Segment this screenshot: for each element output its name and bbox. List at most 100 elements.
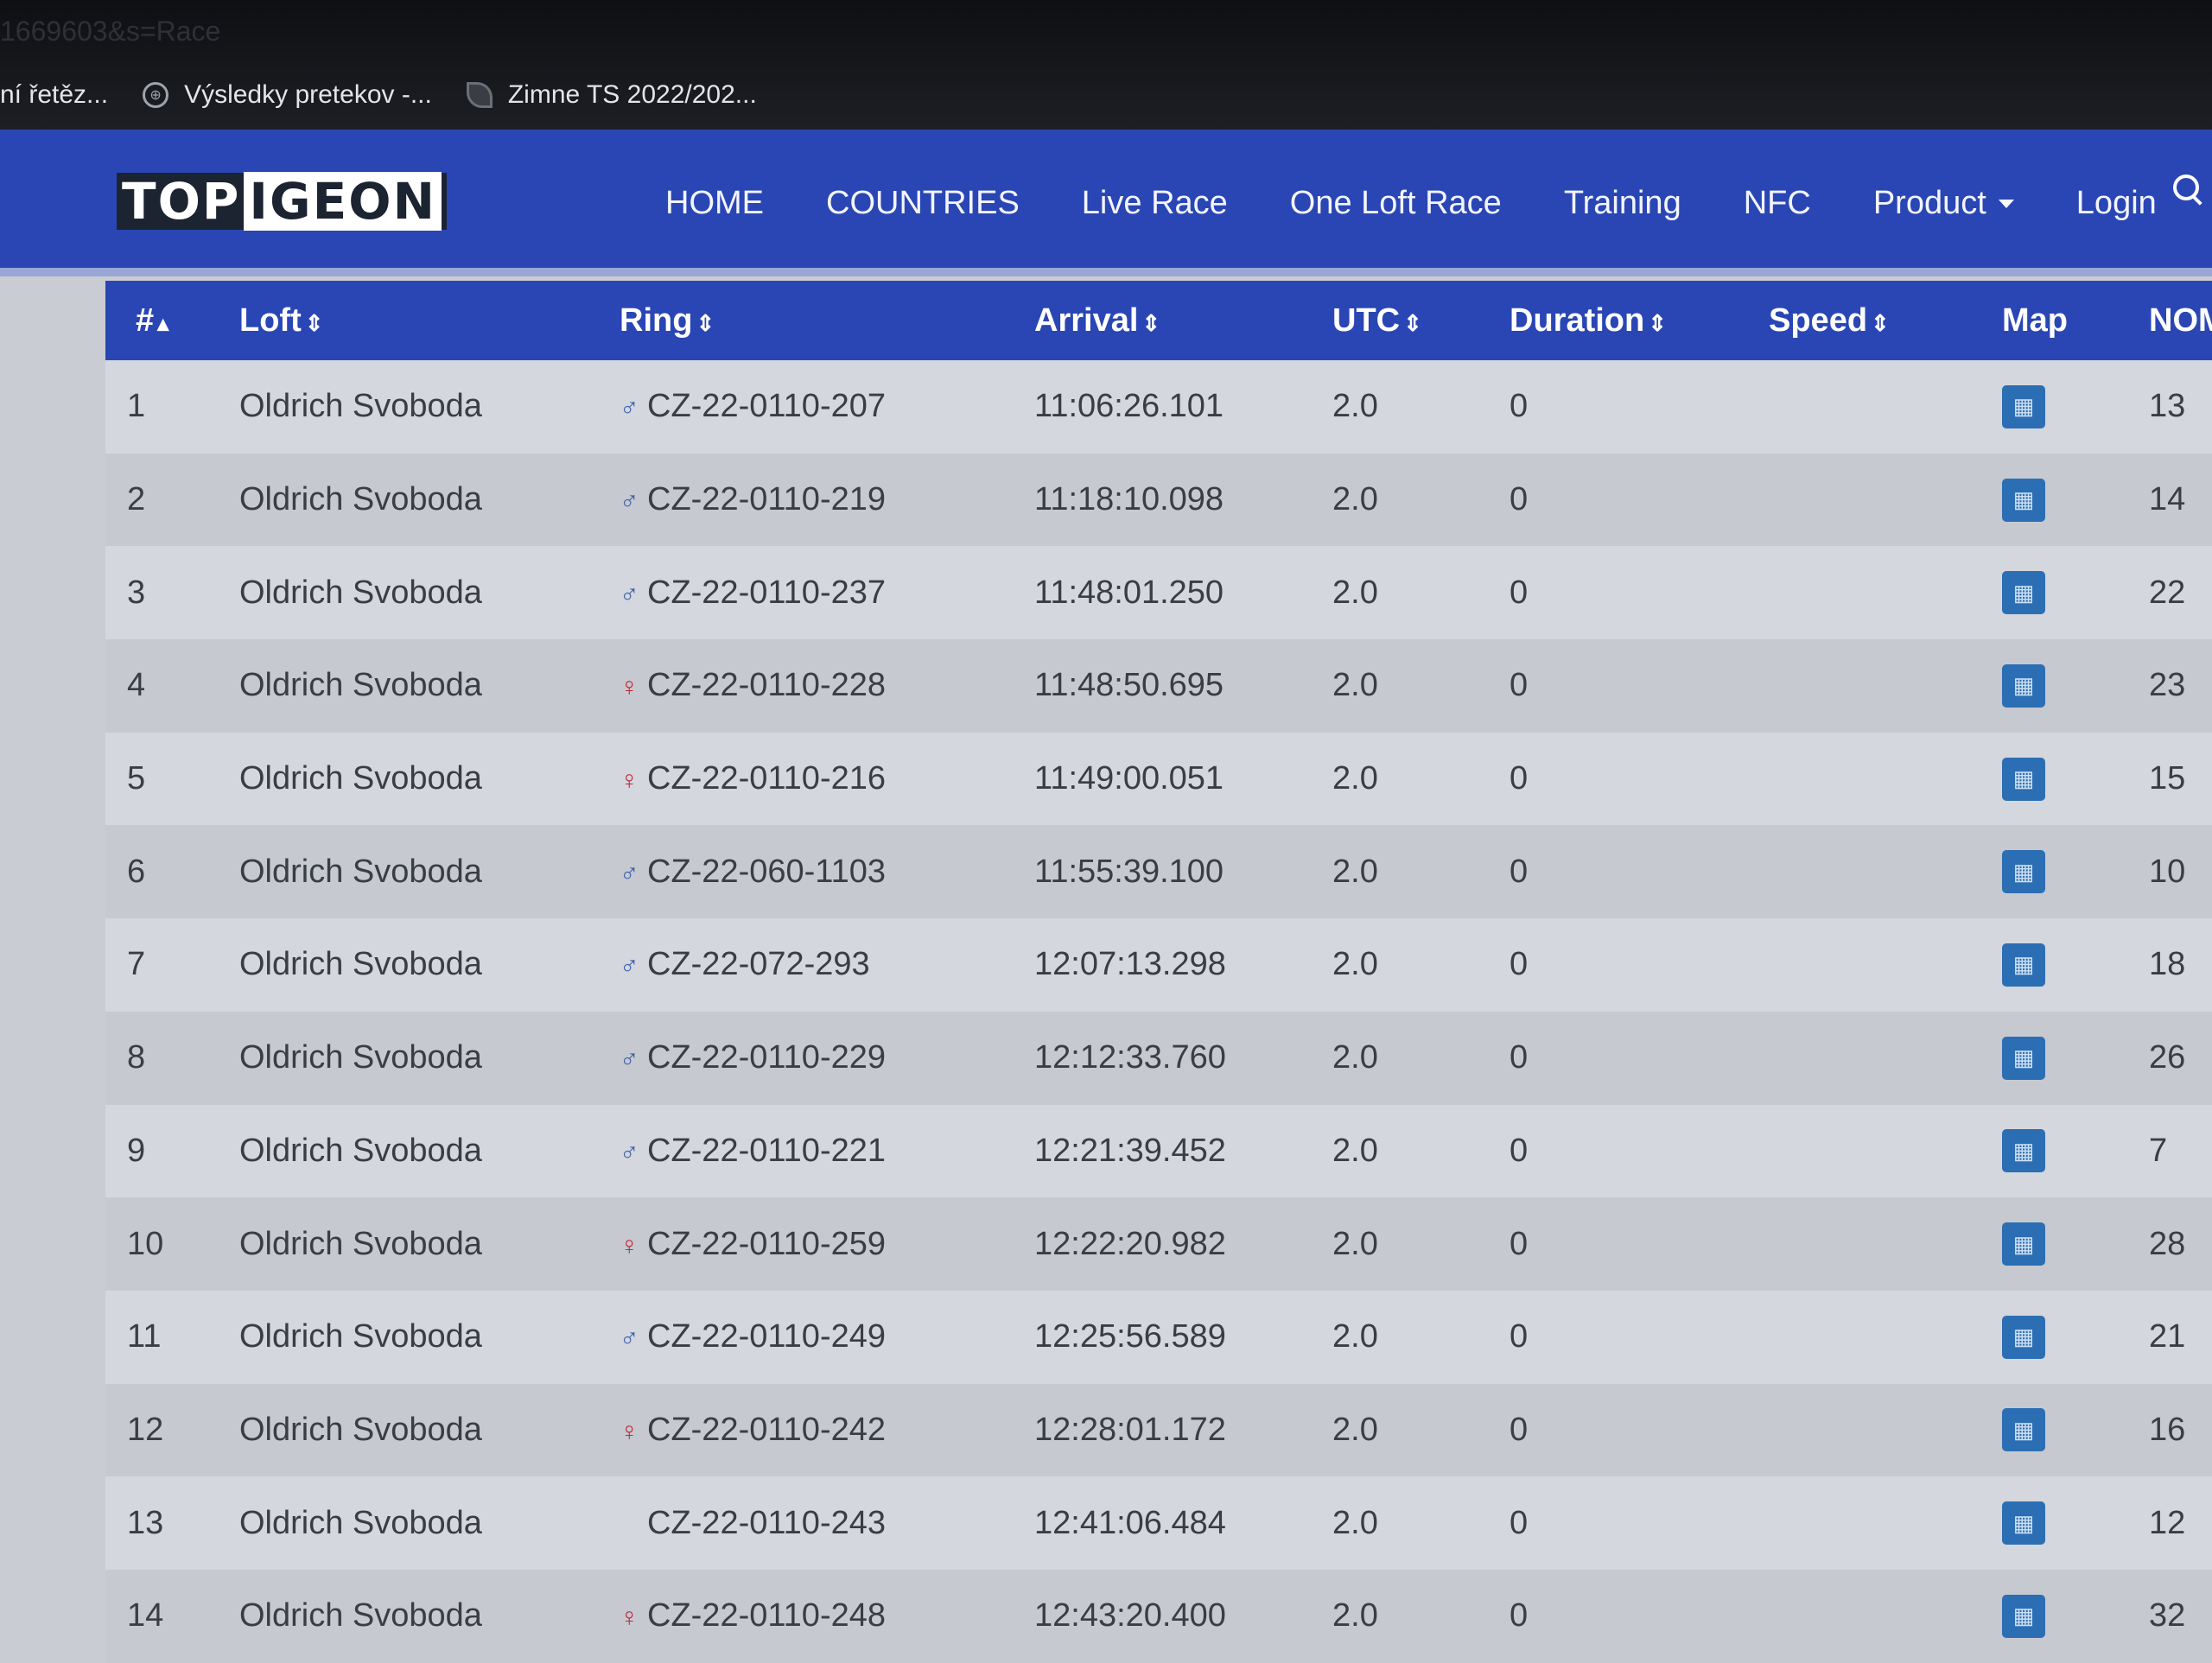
nav-countries[interactable]: COUNTRIES [826, 185, 1020, 222]
cell-arrival: 11:06:26.101 [1034, 388, 1224, 425]
header-label: Speed [1769, 301, 1868, 339]
cell-rank: 3 [127, 574, 146, 611]
search-icon[interactable] [2173, 175, 2199, 200]
cell-map: ▦ [2002, 1476, 2149, 1570]
cell-ring: ♂ CZ-22-0110-229 [620, 1012, 1034, 1105]
cell-loft: Oldrich Svoboda [239, 1411, 482, 1448]
male-icon: ♂ [620, 487, 639, 517]
cell-speed [1769, 918, 2002, 1012]
cell-arrival: 11:48:01.250 [1034, 574, 1224, 611]
cell-nom: 14 [2149, 481, 2186, 518]
cell-loft: Oldrich Svoboda [239, 760, 482, 797]
cell-ring: ♂ CZ-22-0110-221 [620, 1105, 1034, 1198]
male-icon: ♂ [620, 1045, 639, 1075]
map-icon[interactable]: ▦ [2002, 1315, 2045, 1359]
table-row[interactable]: 9 Oldrich Svoboda ♂ CZ-22-0110-221 12:21:39.… [105, 1104, 2212, 1198]
table-row[interactable]: 6 Oldrich Svoboda ♂ CZ-22-060-1103 11:55:39.… [105, 825, 2212, 919]
map-icon[interactable]: ▦ [2002, 757, 2045, 801]
map-icon[interactable]: ▦ [2002, 1222, 2045, 1266]
map-icon[interactable]: ▦ [2002, 1408, 2045, 1452]
cell-nom: 22 [2149, 574, 2186, 611]
ring-number: CZ-22-072-293 [647, 946, 870, 983]
column-header-loft[interactable]: Loft ⇕ [239, 281, 620, 360]
cell-utc: 2.0 [1332, 1411, 1378, 1448]
table-row[interactable]: 11 Oldrich Svoboda ♂ CZ-22-0110-249 12:25:56… [105, 1290, 2212, 1384]
header-label: Loft [239, 301, 302, 339]
cell-duration: 0 [1510, 388, 1529, 425]
map-icon[interactable]: ▦ [2002, 850, 2045, 894]
map-icon[interactable]: ▦ [2002, 1129, 2045, 1173]
cell-arrival: 11:49:00.051 [1034, 760, 1224, 797]
nav-login[interactable]: Login [2076, 185, 2157, 222]
column-header-rank[interactable]: # ▴ [105, 281, 239, 360]
nav-training[interactable]: Training [1564, 185, 1681, 222]
bookmark-item[interactable]: ⊕ Výsledky pretekov -... [143, 80, 432, 110]
column-header-speed[interactable]: Speed ⇕ [1769, 281, 2002, 360]
cell-utc: 2.0 [1332, 1225, 1378, 1262]
column-header-map: Map [2002, 281, 2149, 360]
table-row[interactable]: 5 Oldrich Svoboda ♀ CZ-22-0110-216 11:49:00.… [105, 732, 2212, 826]
cell-speed [1769, 1476, 2002, 1570]
cell-arrival: 12:12:33.760 [1034, 1039, 1226, 1076]
cell-duration: 0 [1510, 1132, 1529, 1169]
cell-nom: 7 [2149, 1132, 2168, 1169]
cell-speed [1769, 733, 2002, 826]
column-header-duration[interactable]: Duration ⇕ [1510, 281, 1769, 360]
cell-ring: ♀ CZ-22-0110-216 [620, 733, 1034, 826]
map-icon[interactable]: ▦ [2002, 1501, 2045, 1546]
column-header-arrival[interactable]: Arrival ⇕ [1034, 281, 1332, 360]
cell-nom: 32 [2149, 1597, 2186, 1634]
nav-live-race[interactable]: Live Race [1082, 185, 1228, 222]
table-row[interactable]: 4 Oldrich Svoboda ♀ CZ-22-0110-228 11:48:50.… [105, 639, 2212, 733]
header-label: Ring [620, 301, 693, 339]
map-icon[interactable]: ▦ [2002, 478, 2045, 522]
cell-utc: 2.0 [1332, 1039, 1378, 1076]
table-header-row: # ▴ Loft ⇕ Ring ⇕ Arrival ⇕ UTC ⇕ Duration ⇕ S… [105, 281, 2212, 360]
cell-speed [1769, 1384, 2002, 1477]
cell-arrival: 11:18:10.098 [1034, 481, 1224, 518]
ring-number: CZ-22-0110-249 [647, 1318, 887, 1355]
bookmark-item[interactable]: Zimne TS 2022/202... [466, 80, 757, 110]
table-row[interactable]: 1 Oldrich Svoboda ♂ CZ-22-0110-207 11:06:26.… [105, 360, 2212, 454]
table-row[interactable]: 7 Oldrich Svoboda ♂ CZ-22-072-293 12:07:13.2… [105, 918, 2212, 1012]
map-icon[interactable]: ▦ [2002, 663, 2045, 708]
cell-ring: ♀ CZ-22-0110-259 [620, 1197, 1034, 1291]
cell-ring: ♂ CZ-22-0110-219 [620, 454, 1034, 547]
map-icon[interactable]: ▦ [2002, 384, 2045, 428]
site-logo[interactable]: TOP IGEON [117, 172, 448, 231]
nav-product-dropdown[interactable]: Product [1873, 185, 2014, 222]
cell-duration: 0 [1510, 1597, 1529, 1634]
bookmark-item[interactable]: ní řetěz... [0, 80, 108, 110]
table-row[interactable]: 2 Oldrich Svoboda ♂ CZ-22-0110-219 11:18:10.… [105, 453, 2212, 547]
cell-map: ▦ [2002, 546, 2149, 639]
cell-nom: 23 [2149, 667, 2186, 704]
ring-number: CZ-22-0110-219 [647, 481, 887, 518]
table-row[interactable]: 13 Oldrich Svoboda CZ-22-0110-243 12:41:06.… [105, 1476, 2212, 1570]
male-icon: ♂ [620, 859, 639, 888]
column-header-ring[interactable]: Ring ⇕ [620, 281, 1034, 360]
cell-loft: Oldrich Svoboda [239, 946, 482, 983]
nav-one-loft-race[interactable]: One Loft Race [1290, 185, 1502, 222]
map-icon[interactable]: ▦ [2002, 1036, 2045, 1080]
table-row[interactable]: 3 Oldrich Svoboda ♂ CZ-22-0110-237 11:48:01.… [105, 546, 2212, 640]
map-icon[interactable]: ▦ [2002, 1594, 2045, 1638]
cell-nom: 10 [2149, 853, 2186, 890]
header-label: NOM [2149, 301, 2212, 339]
column-header-utc[interactable]: UTC ⇕ [1332, 281, 1510, 360]
table-row[interactable]: 12 Oldrich Svoboda ♀ CZ-22-0110-242 12:28:01… [105, 1383, 2212, 1477]
cell-speed [1769, 1105, 2002, 1198]
nav-nfc[interactable]: NFC [1744, 185, 1811, 222]
nav-home[interactable]: HOME [665, 185, 764, 222]
cell-speed [1769, 1012, 2002, 1105]
cell-ring: CZ-22-0110-243 [620, 1476, 1034, 1570]
table-row[interactable]: 8 Oldrich Svoboda ♂ CZ-22-0110-229 12:12:33.… [105, 1011, 2212, 1105]
address-bar-text[interactable]: 1669603&s=Race [0, 16, 220, 48]
table-row[interactable]: 14 Oldrich Svoboda ♀ CZ-22-0110-248 12:43:20… [105, 1569, 2212, 1663]
table-row[interactable]: 10 Oldrich Svoboda ♀ CZ-22-0110-259 12:22:20… [105, 1197, 2212, 1291]
map-icon[interactable]: ▦ [2002, 943, 2045, 987]
female-icon: ♀ [620, 766, 639, 796]
leaf-icon [466, 82, 493, 108]
cell-map: ▦ [2002, 1197, 2149, 1291]
column-header-nom: NOM [2149, 281, 2212, 360]
map-icon[interactable]: ▦ [2002, 571, 2045, 615]
